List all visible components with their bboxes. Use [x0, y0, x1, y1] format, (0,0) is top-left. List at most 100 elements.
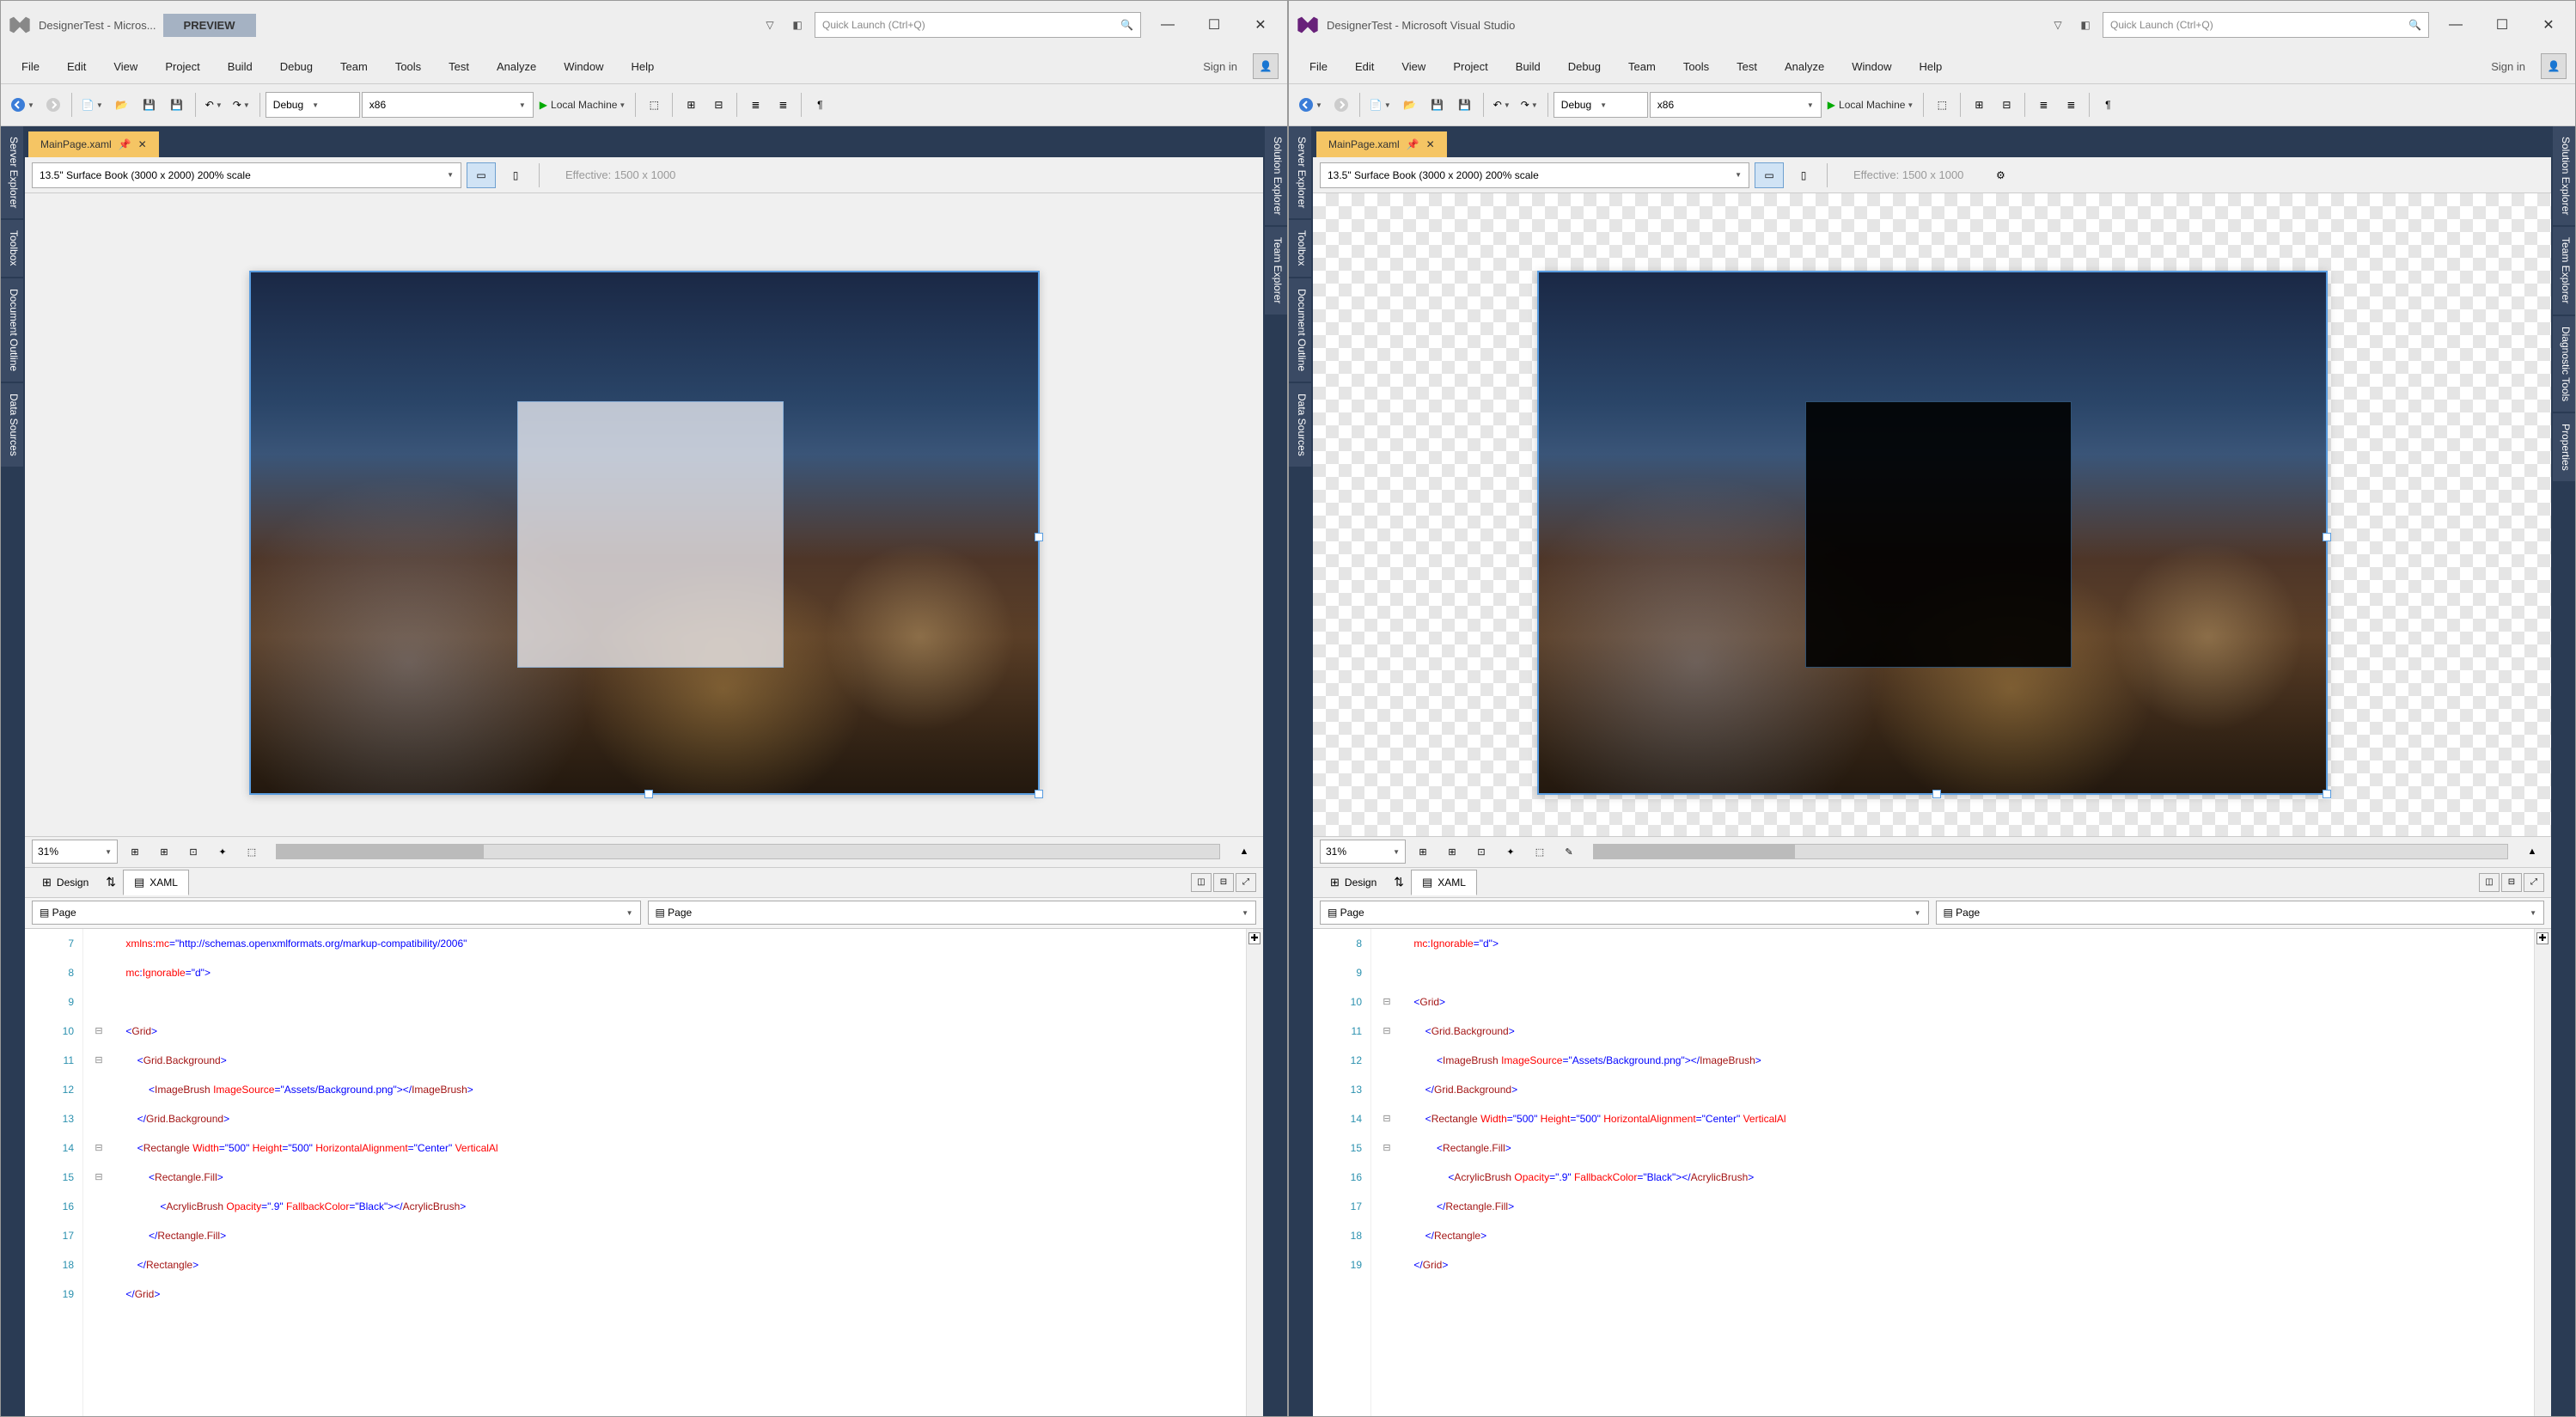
scroll-up-icon[interactable]: ▲ — [2520, 840, 2544, 864]
design-surface[interactable] — [1313, 193, 2551, 836]
toolbar-btn-6[interactable]: ¶ — [2095, 92, 2121, 118]
device-dropdown[interactable]: 13.5" Surface Book (3000 x 2000) 200% sc… — [32, 162, 461, 188]
grid-icon[interactable]: ⊞ — [123, 840, 147, 864]
menu-debug[interactable]: Debug — [1556, 55, 1613, 78]
swap-panes-icon[interactable]: ⇅ — [106, 875, 116, 889]
snap-icon[interactable]: ⊡ — [181, 840, 205, 864]
close-button[interactable]: ✕ — [1241, 12, 1280, 38]
dock-data-sources[interactable]: Data Sources — [1, 383, 23, 467]
menu-team[interactable]: Team — [1616, 55, 1668, 78]
menu-window[interactable]: Window — [552, 55, 615, 78]
element-selector-left[interactable]: ▤ Page▼ — [1320, 901, 1929, 925]
selection-handle[interactable] — [644, 790, 653, 798]
menu-test[interactable]: Test — [436, 55, 481, 78]
maximize-button[interactable]: ☐ — [2482, 12, 2522, 38]
dock-server-explorer[interactable]: Server Explorer — [1, 126, 23, 218]
selection-handle[interactable] — [1035, 790, 1043, 798]
user-avatar-icon[interactable]: 👤 — [1253, 53, 1279, 79]
undo-button[interactable]: ↶▼ — [1489, 92, 1515, 118]
code-content[interactable]: xmlns:mc="http://schemas.openxmlformats.… — [114, 929, 1263, 1417]
run-button[interactable]: ▶ Local Machine▼ — [1823, 92, 1919, 118]
menu-analyze[interactable]: Analyze — [1773, 55, 1836, 78]
code-icon[interactable]: ✎ — [1557, 840, 1581, 864]
config-dropdown[interactable]: Debug▼ — [266, 92, 360, 118]
toolbar-btn-2[interactable]: ⊞ — [678, 92, 704, 118]
toolbar-btn-6[interactable]: ¶ — [807, 92, 833, 118]
redo-button[interactable]: ↷▼ — [229, 92, 254, 118]
grid-icon[interactable]: ⊞ — [1411, 840, 1435, 864]
xaml-editor[interactable]: 78910111213141516171819 ⊟⊟⊟⊟ xmlns:mc="h… — [25, 929, 1263, 1417]
swap-panes-icon[interactable]: ⇅ — [1394, 875, 1404, 889]
pin-icon[interactable]: 📌 — [119, 138, 131, 150]
orientation-portrait-button[interactable]: ▯ — [501, 162, 530, 188]
nav-back-button[interactable]: ▼ — [6, 92, 39, 118]
snap2-icon[interactable]: ✦ — [1499, 840, 1523, 864]
split-editor-icon[interactable]: ✚ — [1248, 932, 1261, 944]
doc-tab-mainpage[interactable]: MainPage.xaml 📌 ✕ — [28, 131, 159, 157]
toolbar-btn-4[interactable]: ≣ — [742, 92, 768, 118]
minimize-button[interactable]: — — [2436, 12, 2475, 38]
notifications-icon[interactable]: ▽ — [2048, 15, 2068, 35]
undo-button[interactable]: ↶▼ — [201, 92, 227, 118]
open-file-button[interactable]: 📂 — [109, 92, 135, 118]
menu-build[interactable]: Build — [1504, 55, 1553, 78]
vscroll[interactable] — [2534, 929, 2551, 1417]
effects-icon[interactable]: ⬚ — [1528, 840, 1552, 864]
selection-handle[interactable] — [2323, 533, 2331, 541]
selection-handle[interactable] — [1035, 533, 1043, 541]
menu-window[interactable]: Window — [1840, 55, 1903, 78]
dock-toolbox[interactable]: Toolbox — [1, 220, 23, 276]
element-selector-right[interactable]: ▤ Page▼ — [1936, 901, 2545, 925]
menu-view[interactable]: View — [101, 55, 150, 78]
expand-pane-button[interactable]: ⤢ — [2524, 873, 2544, 892]
close-tab-icon[interactable]: ✕ — [1426, 138, 1435, 150]
maximize-button[interactable]: ☐ — [1194, 12, 1234, 38]
toolbar-btn-1[interactable]: ⬚ — [1929, 92, 1955, 118]
config-dropdown[interactable]: Debug▼ — [1554, 92, 1648, 118]
orientation-landscape-button[interactable]: ▭ — [1755, 162, 1784, 188]
save-all-button[interactable]: 💾 — [164, 92, 190, 118]
acrylic-rectangle[interactable] — [1805, 401, 2072, 668]
acrylic-rectangle[interactable] — [517, 401, 784, 668]
toolbar-btn-3[interactable]: ⊟ — [1993, 92, 2019, 118]
feedback-icon[interactable]: ◧ — [2075, 15, 2096, 35]
minimize-button[interactable]: — — [1148, 12, 1187, 38]
menu-test[interactable]: Test — [1724, 55, 1769, 78]
menu-analyze[interactable]: Analyze — [485, 55, 548, 78]
platform-dropdown[interactable]: x86▼ — [1650, 92, 1822, 118]
dock-properties[interactable]: Properties — [2553, 413, 2575, 481]
save-all-button[interactable]: 💾 — [1452, 92, 1478, 118]
menu-tools[interactable]: Tools — [1671, 55, 1721, 78]
selection-handle[interactable] — [2323, 790, 2331, 798]
doc-tab-mainpage[interactable]: MainPage.xaml 📌 ✕ — [1316, 131, 1447, 157]
notifications-icon[interactable]: ▽ — [760, 15, 780, 35]
dock-document-outline[interactable]: Document Outline — [1, 278, 23, 382]
menu-file[interactable]: File — [1297, 55, 1340, 78]
new-project-button[interactable]: 📄▼ — [1365, 92, 1395, 118]
device-dropdown[interactable]: 13.5" Surface Book (3000 x 2000) 200% sc… — [1320, 162, 1749, 188]
user-avatar-icon[interactable]: 👤 — [2541, 53, 2567, 79]
open-file-button[interactable]: 📂 — [1397, 92, 1423, 118]
dock-team-explorer[interactable]: Team Explorer — [1265, 227, 1287, 314]
dock-solution-explorer[interactable]: Solution Explorer — [2553, 126, 2575, 225]
toolbar-btn-3[interactable]: ⊟ — [705, 92, 731, 118]
menu-debug[interactable]: Debug — [268, 55, 325, 78]
new-project-button[interactable]: 📄▼ — [77, 92, 107, 118]
artboard[interactable] — [249, 271, 1040, 795]
run-button[interactable]: ▶ Local Machine▼ — [535, 92, 631, 118]
orientation-landscape-button[interactable]: ▭ — [467, 162, 496, 188]
toolbar-btn-1[interactable]: ⬚ — [641, 92, 667, 118]
designer-hscroll[interactable] — [1593, 844, 2508, 859]
menu-tools[interactable]: Tools — [383, 55, 433, 78]
quick-launch-input[interactable]: Quick Launch (Ctrl+Q) 🔍 — [2103, 12, 2429, 38]
menu-view[interactable]: View — [1389, 55, 1438, 78]
dock-toolbox[interactable]: Toolbox — [1289, 220, 1311, 276]
split-horizontal-button[interactable]: ⊟ — [2501, 873, 2522, 892]
element-selector-left[interactable]: ▤ Page▼ — [32, 901, 641, 925]
artboard[interactable] — [1537, 271, 2328, 795]
menu-edit[interactable]: Edit — [55, 55, 98, 78]
effects-icon[interactable]: ⬚ — [240, 840, 264, 864]
scroll-up-icon[interactable]: ▲ — [1232, 840, 1256, 864]
xaml-tab[interactable]: ▤ XAML — [123, 870, 189, 895]
menu-file[interactable]: File — [9, 55, 52, 78]
